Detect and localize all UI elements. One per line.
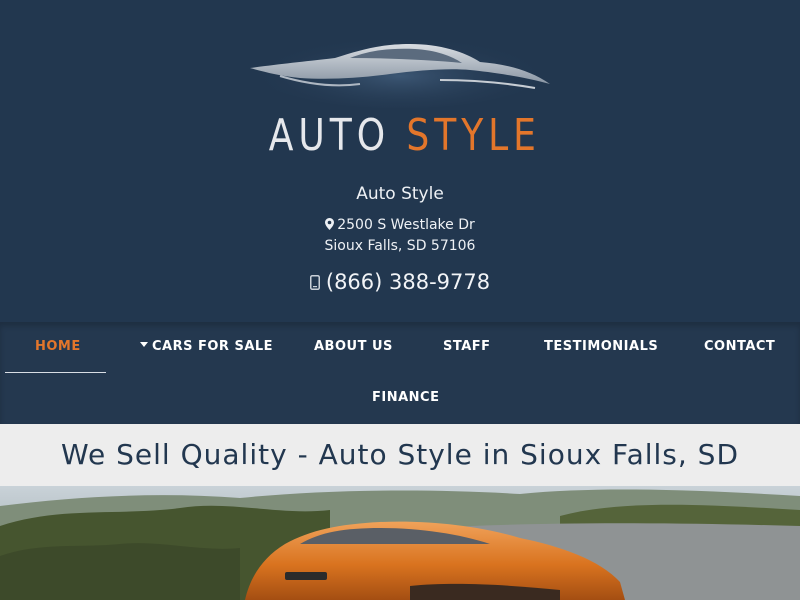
phone-link[interactable]: (866) 388-9778 xyxy=(0,268,800,296)
nav-item-cars-for-sale[interactable]: CARS FOR SALE xyxy=(140,337,273,357)
active-nav-underline xyxy=(5,372,106,373)
logo-word-auto: AUTO xyxy=(268,110,391,161)
nav-item-cars-for-sale-label: CARS FOR SALE xyxy=(152,339,274,354)
nav-item-home[interactable]: HOME xyxy=(35,337,81,357)
nav-item-finance[interactable]: FINANCE xyxy=(372,388,439,408)
auto-style-logo[interactable]: AUTO STYLE xyxy=(240,18,560,161)
logo-word-style: STYLE xyxy=(406,110,541,161)
address-street: 2500 S Westlake Dr xyxy=(337,217,475,233)
hero-car-photo xyxy=(0,489,800,600)
page-heading: We Sell Quality - Auto Style in Sioux Fa… xyxy=(60,438,740,471)
map-marker-icon xyxy=(325,218,335,230)
nav-item-about-us[interactable]: ABOUT US xyxy=(314,337,393,357)
mobile-phone-icon xyxy=(309,275,320,290)
nav-item-staff[interactable]: STAFF xyxy=(443,337,491,357)
caret-down-icon xyxy=(140,342,148,347)
address-line-2[interactable]: Sioux Falls, SD 57106 xyxy=(0,236,800,256)
site-header: AUTO STYLE Auto Style 2500 S Westlake Dr… xyxy=(0,0,800,322)
address-line-1[interactable]: 2500 S Westlake Dr xyxy=(0,215,800,235)
nav-item-contact[interactable]: CONTACT xyxy=(704,337,775,357)
car-silhouette-icon xyxy=(250,28,550,108)
phone-number: (866) 388-9778 xyxy=(325,270,491,294)
main-navigation: HOME CARS FOR SALE ABOUT US STAFF TESTIM… xyxy=(0,322,800,424)
dealer-name: Auto Style xyxy=(356,184,444,204)
hero-image xyxy=(0,486,800,600)
nav-item-testimonials[interactable]: TESTIMONIALS xyxy=(544,337,658,357)
logo-wordmark: AUTO STYLE xyxy=(268,110,536,162)
tagline-banner: We Sell Quality - Auto Style in Sioux Fa… xyxy=(0,424,800,486)
